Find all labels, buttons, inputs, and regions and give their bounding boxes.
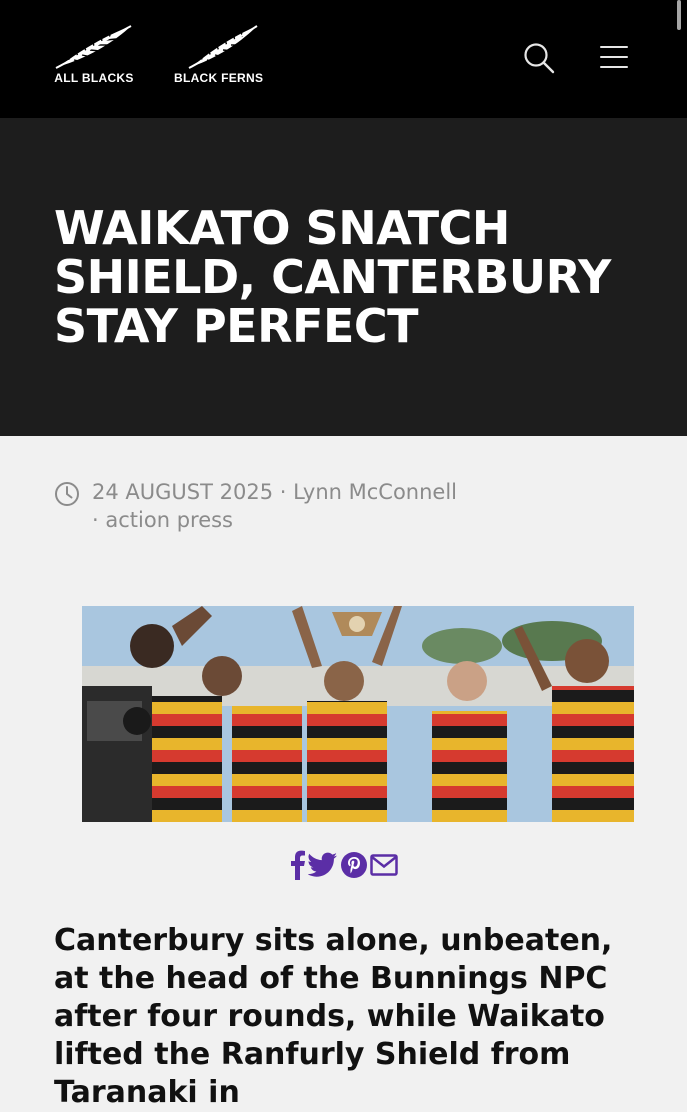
article-meta: 24 AUGUST 2025 · Lynn McConnell · action… — [54, 478, 524, 534]
brand-right-label: BLACK FERNS — [174, 71, 264, 85]
top-navigation-bar: ALL BLACKS BLACK FERNS — [0, 0, 687, 118]
silver-fern-icon — [188, 25, 258, 69]
article-title: WAIKATO SNATCH SHIELD, CANTERBURY STAY P… — [54, 201, 611, 353]
share-bar — [290, 850, 398, 880]
photo-credit: action press — [105, 508, 233, 532]
search-button[interactable] — [522, 41, 556, 75]
publish-date: 24 AUGUST 2025 — [92, 480, 274, 504]
all-blacks-logo-link[interactable]: ALL BLACKS — [54, 24, 134, 85]
share-facebook-button[interactable] — [290, 850, 306, 880]
author-name: Lynn McConnell — [293, 480, 458, 504]
article-hero-image — [82, 606, 634, 822]
share-email-button[interactable] — [370, 853, 398, 877]
black-ferns-logo-link[interactable]: BLACK FERNS — [174, 24, 263, 85]
share-pinterest-button[interactable] — [340, 851, 368, 879]
email-icon — [370, 854, 398, 876]
facebook-icon — [291, 850, 305, 880]
article-lead-paragraph: Canterbury sits alone, unbeaten, at the … — [54, 923, 613, 1110]
article-hero: WAIKATO SNATCH SHIELD, CANTERBURY STAY P… — [0, 118, 687, 436]
hamburger-menu-button[interactable] — [600, 46, 630, 70]
hamburger-menu-icon — [600, 46, 628, 48]
clock-icon — [55, 482, 79, 506]
search-icon — [524, 43, 555, 74]
pinterest-icon — [341, 852, 367, 878]
twitter-icon — [308, 852, 337, 877]
brand-left-label: ALL BLACKS — [54, 71, 134, 85]
share-twitter-button[interactable] — [308, 852, 338, 878]
scrollbar[interactable] — [677, 0, 681, 30]
silver-fern-icon — [55, 25, 132, 69]
